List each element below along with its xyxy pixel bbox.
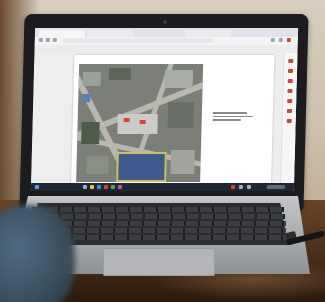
annotate-icon[interactable]: [288, 59, 294, 63]
clock[interactable]: [266, 185, 286, 189]
key-row[interactable]: [32, 207, 284, 212]
taskbar-app-icon[interactable]: [117, 185, 123, 189]
tray-icon[interactable]: [246, 185, 252, 189]
taskbar-app-icon[interactable]: [89, 185, 95, 189]
webcam: [163, 20, 167, 24]
address-bar[interactable]: [62, 38, 213, 43]
browser-tab[interactable]: [184, 30, 232, 37]
tray-icon[interactable]: [230, 185, 236, 189]
map-building: [82, 72, 101, 86]
map-building: [164, 70, 194, 88]
refresh-icon[interactable]: [52, 38, 57, 42]
map-building: [167, 102, 195, 128]
taskbar-app-icon[interactable]: [96, 185, 102, 189]
menu-icon[interactable]: [286, 38, 291, 42]
caption-text-line: [212, 119, 241, 121]
taskbar-app-icon[interactable]: [110, 185, 116, 189]
key-row[interactable]: [32, 221, 286, 226]
caption-text-line: [212, 115, 253, 117]
map-building: [117, 114, 158, 134]
back-icon[interactable]: [38, 38, 43, 42]
map-building: [108, 68, 132, 80]
print-icon[interactable]: [286, 109, 293, 113]
key-row[interactable]: [33, 214, 285, 219]
sign-icon[interactable]: [286, 119, 292, 123]
document-caption: [212, 112, 261, 123]
tray-icon[interactable]: [238, 185, 244, 189]
aerial-map-image: [76, 64, 204, 182]
map-marker: [139, 120, 146, 124]
photo-scene: [0, 0, 325, 302]
map-building: [170, 150, 195, 174]
browser-tab-strip: [34, 28, 299, 37]
touchpad[interactable]: [103, 248, 215, 276]
forward-icon[interactable]: [45, 38, 50, 42]
profile-icon[interactable]: [278, 38, 283, 42]
browser-tab[interactable]: [38, 30, 86, 37]
map-marker: [123, 118, 130, 122]
comment-icon[interactable]: [287, 69, 294, 73]
windows-taskbar: [30, 183, 295, 191]
map-sports-field: [116, 152, 167, 182]
share-icon[interactable]: [287, 89, 293, 93]
browser-tab[interactable]: [86, 30, 134, 37]
taskbar-app-icon[interactable]: [82, 185, 88, 189]
map-trees: [81, 122, 100, 144]
map-building: [86, 156, 109, 174]
start-icon[interactable]: [34, 185, 40, 189]
map-marker: [82, 94, 91, 102]
edit-icon[interactable]: [287, 79, 293, 83]
caption-text-line: [212, 112, 247, 114]
laptop-screen: [30, 28, 299, 191]
export-icon[interactable]: [287, 99, 293, 103]
extension-icon[interactable]: [270, 38, 275, 42]
taskbar-app-icon[interactable]: [103, 185, 109, 189]
